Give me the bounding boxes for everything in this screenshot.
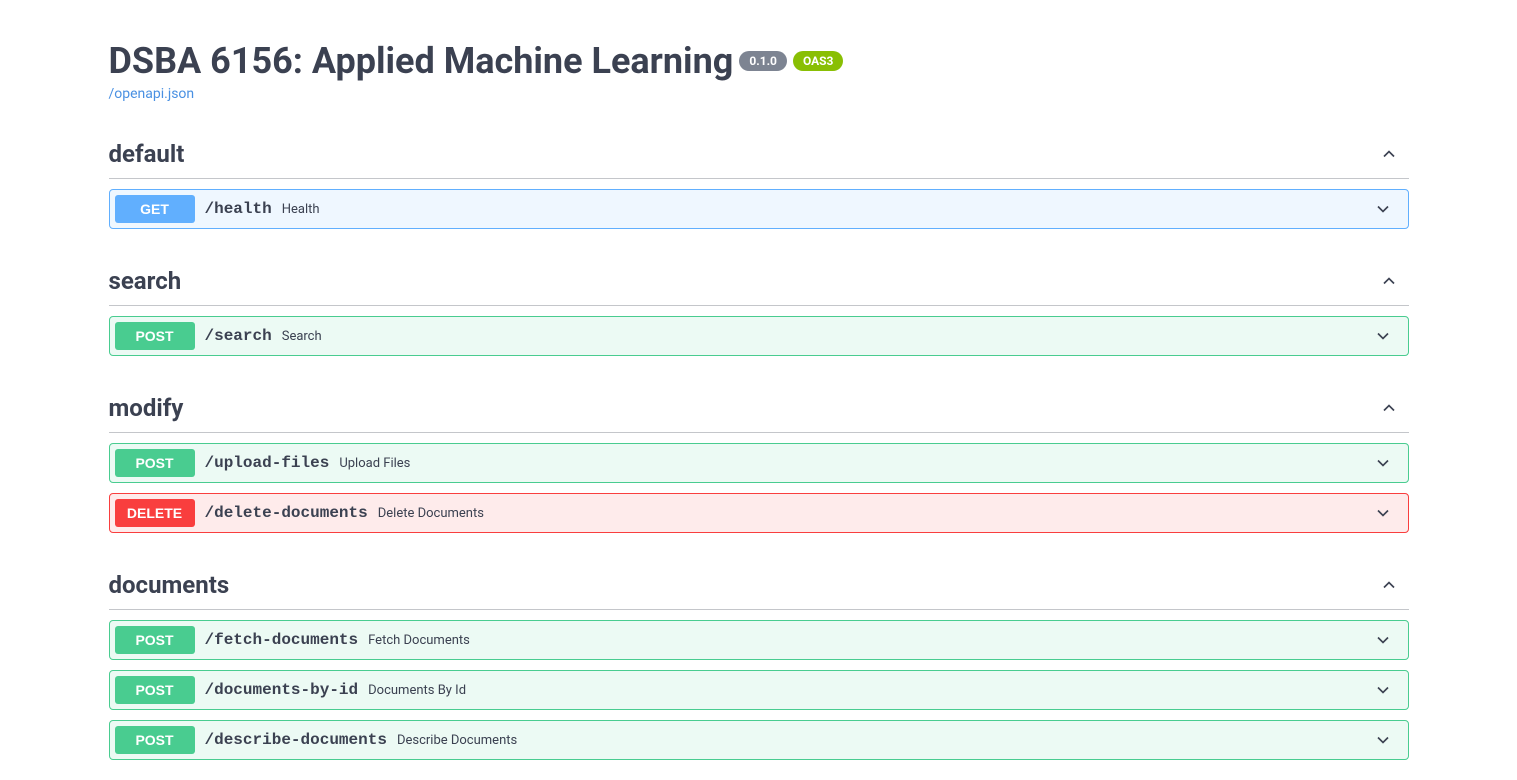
operation-path: /search [205, 327, 272, 345]
title-row: DSBA 6156: Applied Machine Learning 0.1.… [109, 40, 1409, 82]
chevron-down-icon [1373, 199, 1393, 219]
operation-summary[interactable]: POST/fetch-documents Fetch Documents [110, 621, 1408, 659]
operation-block[interactable]: POST/upload-files Upload Files [109, 443, 1409, 483]
method-badge: DELETE [115, 499, 195, 527]
operation-summary-text: Upload Files [339, 456, 1372, 471]
operation-summary[interactable]: DELETE/delete-documents Delete Documents [110, 494, 1408, 532]
method-badge: POST [115, 626, 195, 654]
chevron-down-icon [1373, 326, 1393, 346]
operation-summary[interactable]: POST/upload-files Upload Files [110, 444, 1408, 482]
chevron-up-icon [1379, 575, 1399, 595]
chevron-up-icon [1379, 271, 1399, 291]
operation-path: /delete-documents [205, 504, 368, 522]
tag-name: search [109, 267, 182, 295]
operation-summary-text: Documents By Id [368, 683, 1372, 698]
method-badge: POST [115, 726, 195, 754]
tag-header[interactable]: search [109, 257, 1409, 306]
method-badge: GET [115, 195, 195, 223]
chevron-down-icon [1373, 503, 1393, 523]
tags-container: default GET/health Health search POST/search… [109, 130, 1409, 760]
operation-summary-text: Fetch Documents [368, 633, 1372, 648]
method-badge: POST [115, 449, 195, 477]
chevron-down-icon [1373, 680, 1393, 700]
tag-name: modify [109, 394, 184, 422]
operation-summary-text: Health [282, 202, 1373, 217]
operation-block[interactable]: POST/describe-documents Describe Document… [109, 720, 1409, 760]
operation-path: /health [205, 200, 272, 218]
tag-header[interactable]: modify [109, 384, 1409, 433]
operation-summary[interactable]: POST/describe-documents Describe Document… [110, 721, 1408, 759]
chevron-down-icon [1373, 630, 1393, 650]
tag-name: documents [109, 571, 230, 599]
tag-section: default GET/health Health [109, 130, 1409, 229]
operation-path: /upload-files [205, 454, 330, 472]
header: DSBA 6156: Applied Machine Learning 0.1.… [109, 40, 1409, 102]
method-badge: POST [115, 676, 195, 704]
tag-header[interactable]: documents [109, 561, 1409, 610]
operation-block[interactable]: POST/fetch-documents Fetch Documents [109, 620, 1409, 660]
operation-summary-text: Delete Documents [378, 506, 1373, 521]
chevron-up-icon [1379, 398, 1399, 418]
swagger-ui: DSBA 6156: Applied Machine Learning 0.1.… [49, 0, 1469, 780]
tag-name: default [109, 140, 185, 168]
tag-section: documents POST/fetch-documents Fetch Docum… [109, 561, 1409, 760]
operation-summary[interactable]: POST/search Search [110, 317, 1408, 355]
chevron-down-icon [1373, 453, 1393, 473]
spec-link[interactable]: /openapi.json [109, 86, 195, 102]
tag-section: search POST/search Search [109, 257, 1409, 356]
page-title: DSBA 6156: Applied Machine Learning [109, 40, 734, 82]
oas-badge: OAS3 [793, 51, 844, 71]
operation-block[interactable]: DELETE/delete-documents Delete Documents [109, 493, 1409, 533]
operation-summary-text: Search [282, 329, 1373, 344]
operation-summary[interactable]: GET/health Health [110, 190, 1408, 228]
method-badge: POST [115, 322, 195, 350]
tag-header[interactable]: default [109, 130, 1409, 179]
operation-path: /documents-by-id [205, 681, 359, 699]
tag-section: modify POST/upload-files Upload Files DELET… [109, 384, 1409, 533]
operation-summary[interactable]: POST/documents-by-id Documents By Id [110, 671, 1408, 709]
operation-summary-text: Describe Documents [397, 733, 1373, 748]
operation-path: /describe-documents [205, 731, 387, 749]
version-badge: 0.1.0 [739, 51, 787, 71]
chevron-down-icon [1373, 730, 1393, 750]
operation-block[interactable]: GET/health Health [109, 189, 1409, 229]
operation-block[interactable]: POST/search Search [109, 316, 1409, 356]
operation-block[interactable]: POST/documents-by-id Documents By Id [109, 670, 1409, 710]
operation-path: /fetch-documents [205, 631, 359, 649]
chevron-up-icon [1379, 144, 1399, 164]
